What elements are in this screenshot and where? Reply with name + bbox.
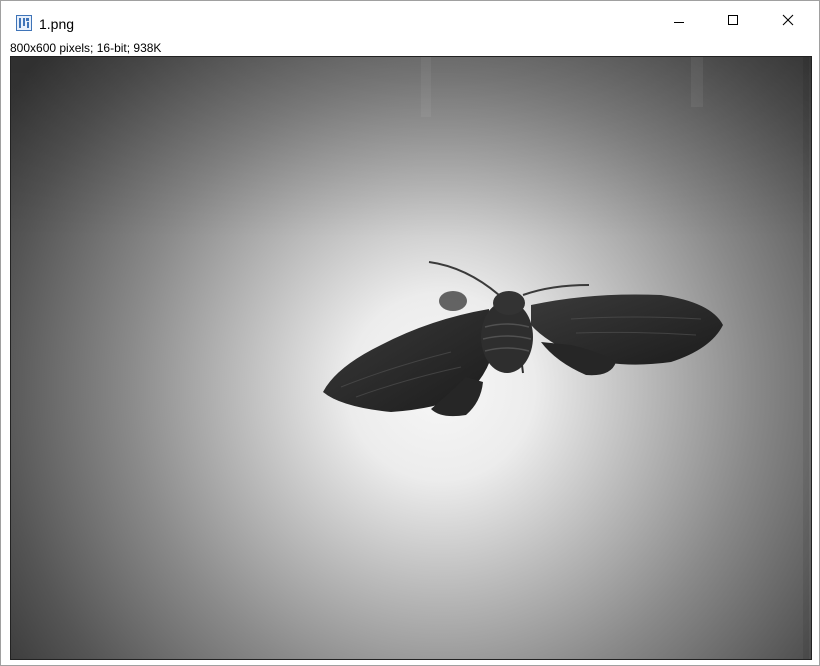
moth-shadow [439,291,467,311]
window-title: 1.png [39,16,75,32]
close-icon [782,14,794,26]
moth-photo [11,57,811,659]
maximize-button[interactable] [710,1,756,39]
moth-head [493,291,525,315]
imagej-app-icon [16,15,32,31]
image-info-label: 800x600 pixels; 16-bit; 938K [10,41,162,55]
image-canvas[interactable] [10,56,812,660]
title-bar[interactable]: 1.png [1,1,819,39]
maximize-icon [728,15,738,25]
minimize-icon [674,22,684,23]
close-button[interactable] [765,1,811,39]
minimize-button[interactable] [656,1,702,39]
image-window: 1.png 800x600 pixels; 16-bit; 938K [0,0,820,666]
